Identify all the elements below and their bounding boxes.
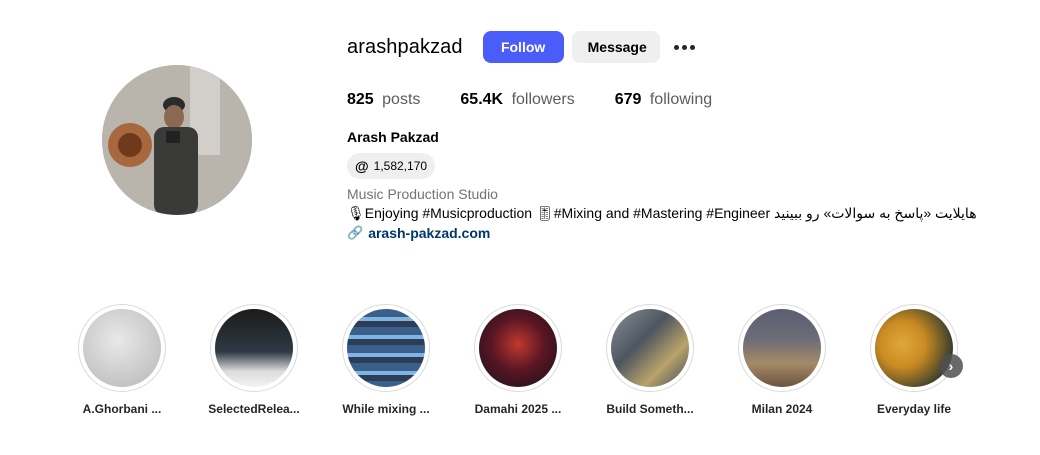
username: arashpakzad bbox=[347, 35, 463, 58]
highlight-label: Build Someth... bbox=[606, 402, 694, 416]
highlight-item[interactable]: Damahi 2025 ... bbox=[472, 304, 564, 416]
posts-label: posts bbox=[382, 91, 421, 108]
message-button[interactable]: Message bbox=[571, 31, 660, 63]
highlight-item[interactable]: SelectedRelea... bbox=[208, 304, 300, 416]
highlight-item[interactable]: Build Someth... bbox=[604, 304, 696, 416]
highlight-item[interactable]: A.Ghorbani ... bbox=[76, 304, 168, 416]
posts-stat: 825 posts bbox=[347, 91, 420, 109]
follow-button[interactable]: Follow bbox=[482, 31, 564, 63]
following-count: 679 bbox=[614, 91, 642, 108]
highlight-item[interactable]: Milan 2024 bbox=[736, 304, 828, 416]
threads-icon: @ bbox=[355, 158, 369, 174]
story-highlights: A.Ghorbani ... SelectedRelea... While mi… bbox=[76, 304, 976, 434]
following-stat[interactable]: 679 following bbox=[615, 91, 712, 109]
following-label: following bbox=[649, 91, 713, 108]
highlight-label: A.Ghorbani ... bbox=[82, 402, 162, 416]
full-name: Arash Pakzad bbox=[347, 129, 439, 145]
followers-count: 65.4K bbox=[460, 91, 504, 108]
highlight-item[interactable]: While mixing ... bbox=[340, 304, 432, 416]
highlight-label: SelectedRelea... bbox=[208, 402, 300, 416]
profile-stats: 825 posts 65.4K followers 679 following bbox=[347, 91, 977, 109]
link-icon: 🔗 bbox=[347, 225, 364, 240]
profile-avatar[interactable] bbox=[102, 65, 252, 215]
highlight-label: Damahi 2025 ... bbox=[474, 402, 562, 416]
profile-bio: 🎙Enjoying #Musicproduction 🎚#Mixing and … bbox=[347, 205, 977, 221]
external-link[interactable]: 🔗 arash-pakzad.com bbox=[347, 225, 977, 241]
threads-count: 1,582,170 bbox=[373, 159, 428, 173]
highlight-label: While mixing ... bbox=[342, 402, 430, 416]
followers-stat[interactable]: 65.4K followers bbox=[460, 91, 574, 109]
profile-header: arashpakzad Follow Message 825 posts 65.… bbox=[347, 30, 977, 241]
threads-badge[interactable]: @ 1,582,170 bbox=[347, 153, 436, 179]
more-options-icon[interactable] bbox=[673, 37, 695, 57]
highlight-label: Everyday life bbox=[876, 402, 952, 416]
followers-label: followers bbox=[511, 91, 575, 108]
highlight-label: Milan 2024 bbox=[751, 402, 813, 416]
posts-count: 825 bbox=[347, 91, 374, 108]
highlights-next-arrow-icon[interactable]: › bbox=[939, 354, 963, 378]
profile-category: Music Production Studio bbox=[347, 186, 498, 202]
external-link-text: arash-pakzad.com bbox=[368, 225, 491, 241]
